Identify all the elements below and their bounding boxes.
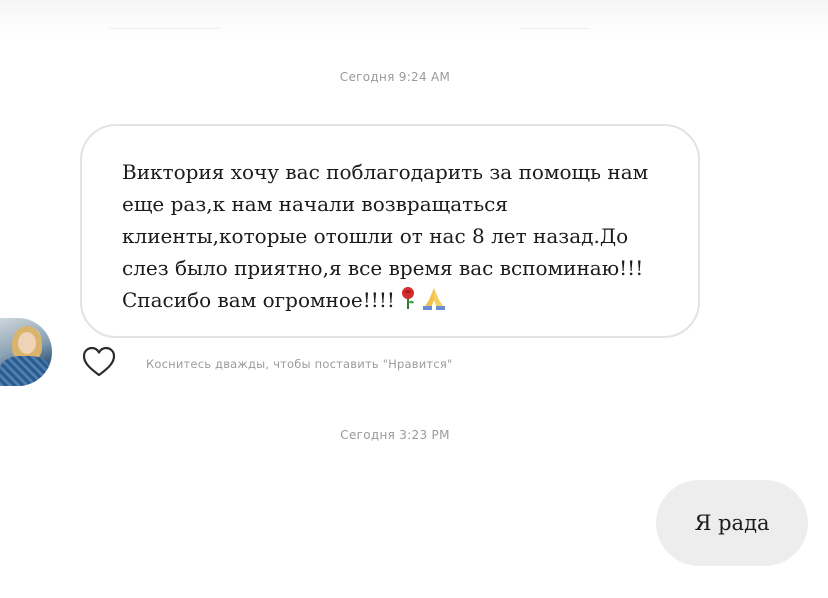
- rose-icon: [399, 286, 417, 314]
- incoming-message-text: Виктория хочу вас поблагодарить за помощ…: [122, 160, 649, 312]
- avatar-body: [0, 356, 50, 386]
- avatar-face: [18, 332, 36, 354]
- top-divider-right: [520, 28, 590, 29]
- timestamp: Сегодня 3:23 PM: [340, 428, 450, 442]
- top-divider-left: [110, 28, 220, 29]
- timestamp: Сегодня 9:24 AM: [339, 70, 451, 84]
- top-fade: [0, 0, 828, 40]
- incoming-message-bubble[interactable]: Виктория хочу вас поблагодарить за помощ…: [80, 124, 700, 338]
- outgoing-message-bubble[interactable]: Я рада: [656, 480, 808, 566]
- outgoing-message-text: Я рада: [694, 511, 770, 535]
- heart-icon[interactable]: [82, 346, 116, 378]
- pray-icon: [421, 286, 447, 314]
- avatar[interactable]: [0, 318, 52, 386]
- double-tap-like-hint: Коснитесь дважды, чтобы поставить "Нрави…: [146, 357, 453, 371]
